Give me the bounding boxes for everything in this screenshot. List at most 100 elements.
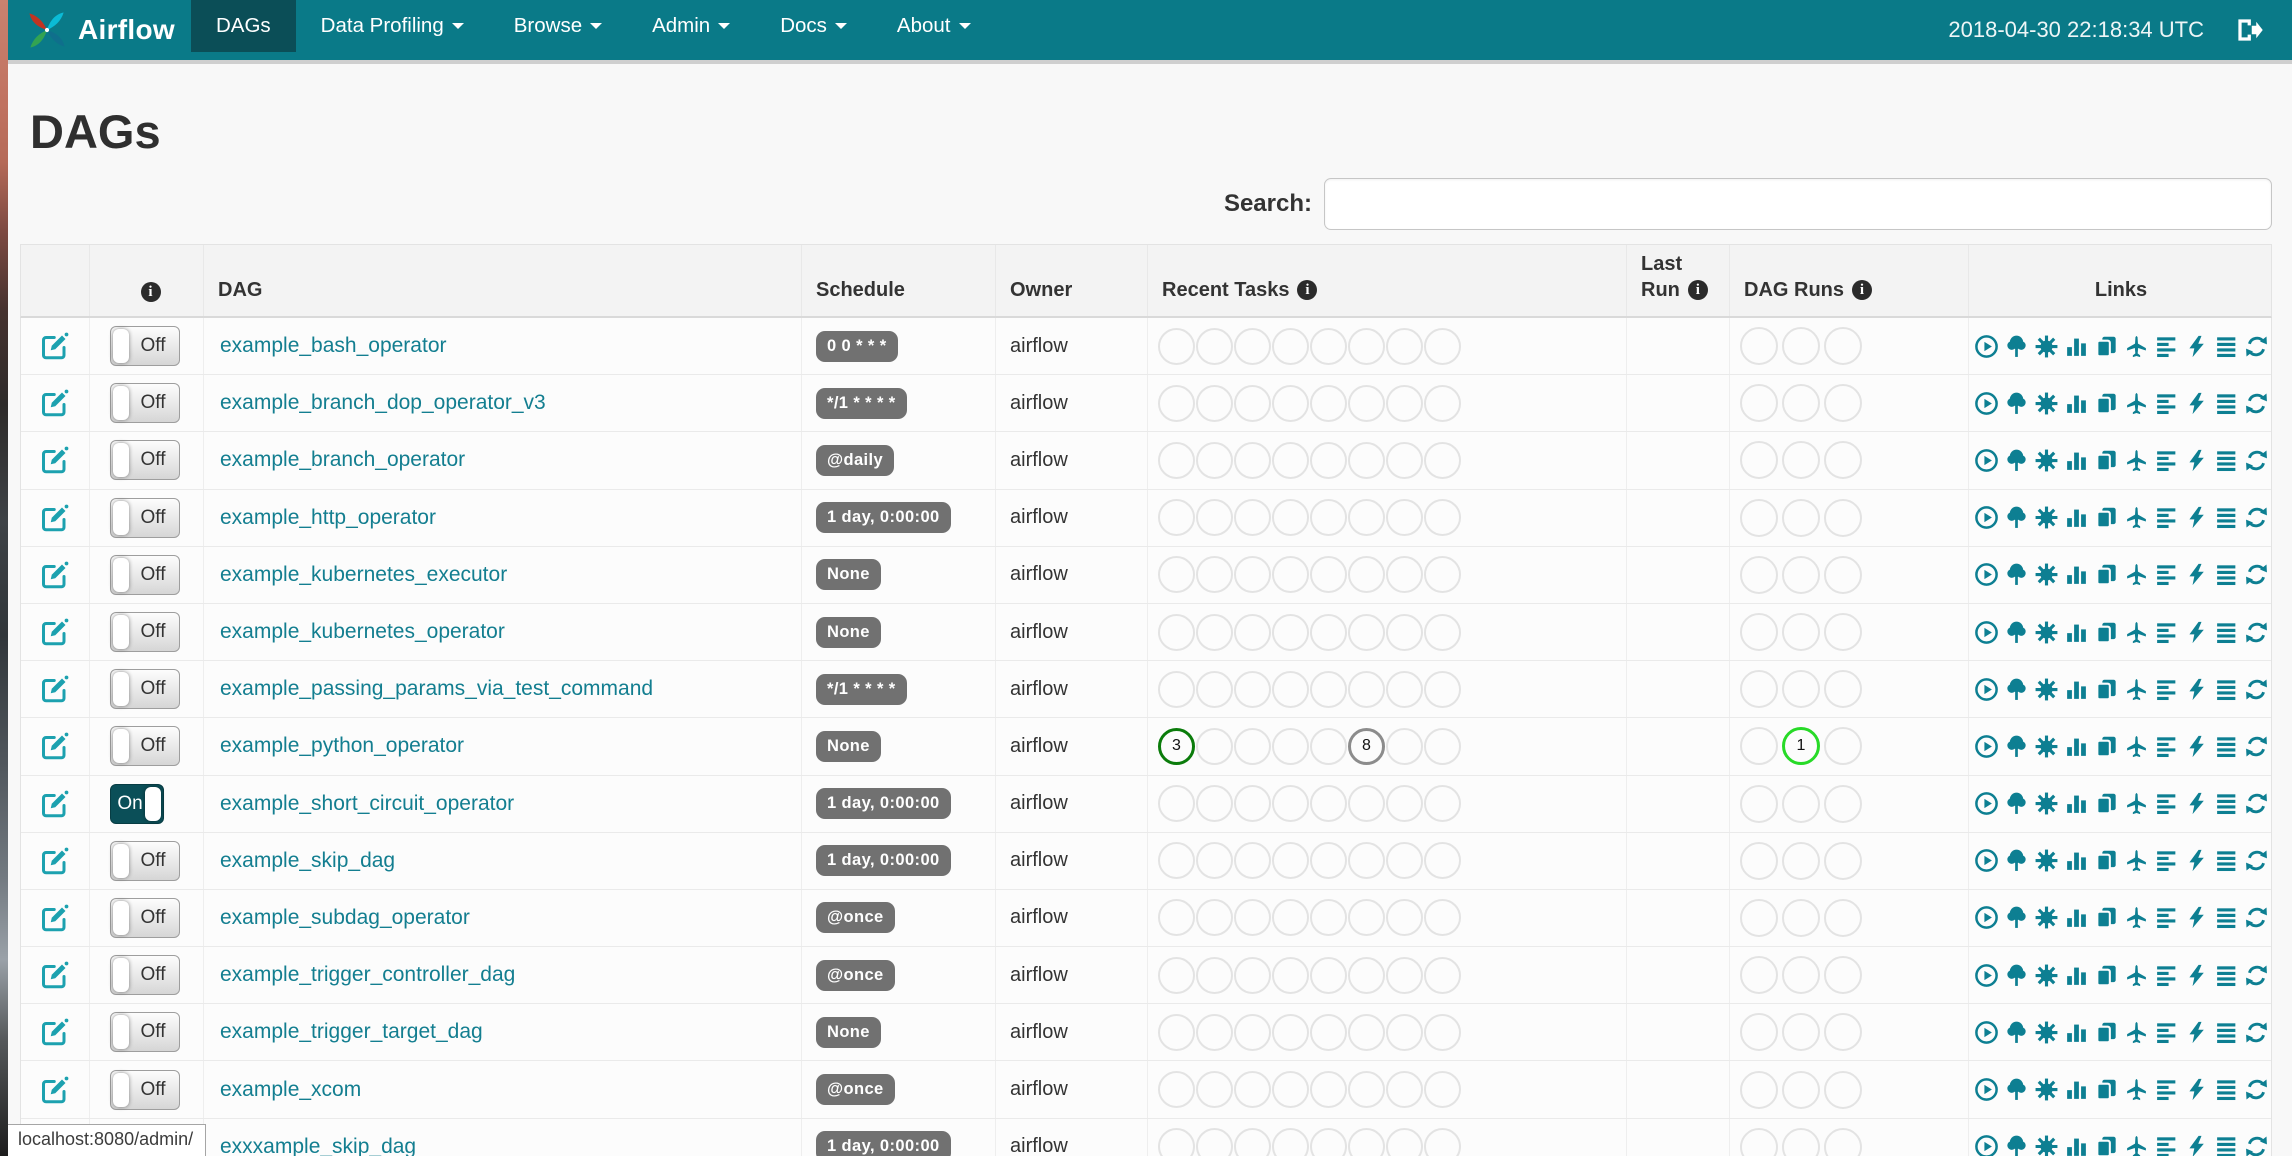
dag-pause-toggle[interactable]: Off <box>110 726 180 767</box>
gantt-link[interactable] <box>2154 620 2179 645</box>
task-duration-link[interactable] <box>2064 620 2089 645</box>
task-tries-link[interactable] <box>2094 677 2119 702</box>
nav-item-docs[interactable]: Docs <box>755 0 872 52</box>
tree-view-link[interactable] <box>2004 1077 2029 1102</box>
header-last-run[interactable]: Last Run i <box>1626 245 1729 316</box>
refresh-link[interactable] <box>2244 791 2269 816</box>
tree-view-link[interactable] <box>2004 505 2029 530</box>
task-tries-link[interactable] <box>2094 1134 2119 1156</box>
dag-link[interactable]: example_subdag_operator <box>204 906 470 930</box>
landing-times-link[interactable] <box>2124 1134 2149 1156</box>
graph-view-link[interactable] <box>2034 1134 2059 1156</box>
dag-link[interactable]: example_branch_dop_operator_v3 <box>204 391 546 415</box>
dag-pause-toggle[interactable]: Off <box>110 383 180 424</box>
graph-view-link[interactable] <box>2034 791 2059 816</box>
task-duration-link[interactable] <box>2064 791 2089 816</box>
gantt-link[interactable] <box>2154 963 2179 988</box>
edit-dag-icon[interactable] <box>40 331 70 361</box>
logs-link[interactable] <box>2214 1077 2239 1102</box>
gantt-link[interactable] <box>2154 734 2179 759</box>
refresh-link[interactable] <box>2244 1134 2269 1156</box>
code-link[interactable] <box>2184 848 2209 873</box>
code-link[interactable] <box>2184 963 2209 988</box>
edit-dag-icon[interactable] <box>40 1017 70 1047</box>
tree-view-link[interactable] <box>2004 620 2029 645</box>
nav-item-data-profiling[interactable]: Data Profiling <box>296 0 489 52</box>
task-duration-link[interactable] <box>2064 677 2089 702</box>
task-tries-link[interactable] <box>2094 448 2119 473</box>
edit-dag-icon[interactable] <box>40 789 70 819</box>
trigger-dag-link[interactable] <box>1974 848 1999 873</box>
logs-link[interactable] <box>2214 848 2239 873</box>
graph-view-link[interactable] <box>2034 963 2059 988</box>
dag-pause-toggle[interactable]: Off <box>110 897 180 938</box>
dag-link[interactable]: example_trigger_target_dag <box>204 1020 483 1044</box>
info-icon[interactable]: i <box>140 282 161 302</box>
edit-dag-icon[interactable] <box>40 846 70 876</box>
trigger-dag-link[interactable] <box>1974 791 1999 816</box>
landing-times-link[interactable] <box>2124 734 2149 759</box>
trigger-dag-link[interactable] <box>1974 1077 1999 1102</box>
graph-view-link[interactable] <box>2034 1020 2059 1045</box>
dag-link[interactable]: example_passing_params_via_test_command <box>204 677 653 701</box>
dag-link[interactable]: example_kubernetes_operator <box>204 620 505 644</box>
task-tries-link[interactable] <box>2094 791 2119 816</box>
refresh-link[interactable] <box>2244 734 2269 759</box>
task-duration-link[interactable] <box>2064 562 2089 587</box>
edit-dag-icon[interactable] <box>40 617 70 647</box>
code-link[interactable] <box>2184 562 2209 587</box>
task-tries-link[interactable] <box>2094 848 2119 873</box>
task-duration-link[interactable] <box>2064 734 2089 759</box>
landing-times-link[interactable] <box>2124 1077 2149 1102</box>
landing-times-link[interactable] <box>2124 562 2149 587</box>
tree-view-link[interactable] <box>2004 905 2029 930</box>
logs-link[interactable] <box>2214 448 2239 473</box>
task-duration-link[interactable] <box>2064 848 2089 873</box>
logs-link[interactable] <box>2214 562 2239 587</box>
airflow-brand[interactable]: Airflow <box>8 0 191 60</box>
tree-view-link[interactable] <box>2004 963 2029 988</box>
trigger-dag-link[interactable] <box>1974 620 1999 645</box>
code-link[interactable] <box>2184 734 2209 759</box>
task-duration-link[interactable] <box>2064 1020 2089 1045</box>
trigger-dag-link[interactable] <box>1974 963 1999 988</box>
task-tries-link[interactable] <box>2094 1020 2119 1045</box>
task-duration-link[interactable] <box>2064 1134 2089 1156</box>
logs-link[interactable] <box>2214 1134 2239 1156</box>
gantt-link[interactable] <box>2154 1134 2179 1156</box>
landing-times-link[interactable] <box>2124 334 2149 359</box>
dag-pause-toggle[interactable]: Off <box>110 1069 180 1110</box>
gantt-link[interactable] <box>2154 562 2179 587</box>
trigger-dag-link[interactable] <box>1974 734 1999 759</box>
trigger-dag-link[interactable] <box>1974 677 1999 702</box>
dag-pause-toggle[interactable]: Off <box>110 840 180 881</box>
dag-pause-toggle[interactable]: Off <box>110 554 180 595</box>
info-icon[interactable]: i <box>1852 280 1872 300</box>
dag-run-circle-running[interactable]: 1 <box>1782 727 1820 766</box>
task-duration-link[interactable] <box>2064 391 2089 416</box>
edit-dag-icon[interactable] <box>40 445 70 475</box>
landing-times-link[interactable] <box>2124 448 2149 473</box>
logs-link[interactable] <box>2214 734 2239 759</box>
task-tries-link[interactable] <box>2094 1077 2119 1102</box>
dag-link[interactable]: example_http_operator <box>204 506 436 530</box>
landing-times-link[interactable] <box>2124 963 2149 988</box>
logs-link[interactable] <box>2214 677 2239 702</box>
info-icon[interactable]: i <box>1687 280 1708 300</box>
graph-view-link[interactable] <box>2034 734 2059 759</box>
code-link[interactable] <box>2184 334 2209 359</box>
gantt-link[interactable] <box>2154 677 2179 702</box>
tree-view-link[interactable] <box>2004 334 2029 359</box>
dag-pause-toggle[interactable]: Off <box>110 1012 180 1053</box>
refresh-link[interactable] <box>2244 677 2269 702</box>
tree-view-link[interactable] <box>2004 677 2029 702</box>
landing-times-link[interactable] <box>2124 391 2149 416</box>
edit-dag-icon[interactable] <box>40 1075 70 1105</box>
logs-link[interactable] <box>2214 391 2239 416</box>
code-link[interactable] <box>2184 620 2209 645</box>
logs-link[interactable] <box>2214 963 2239 988</box>
trigger-dag-link[interactable] <box>1974 448 1999 473</box>
logout-icon[interactable] <box>2234 15 2264 45</box>
landing-times-link[interactable] <box>2124 677 2149 702</box>
logs-link[interactable] <box>2214 334 2239 359</box>
